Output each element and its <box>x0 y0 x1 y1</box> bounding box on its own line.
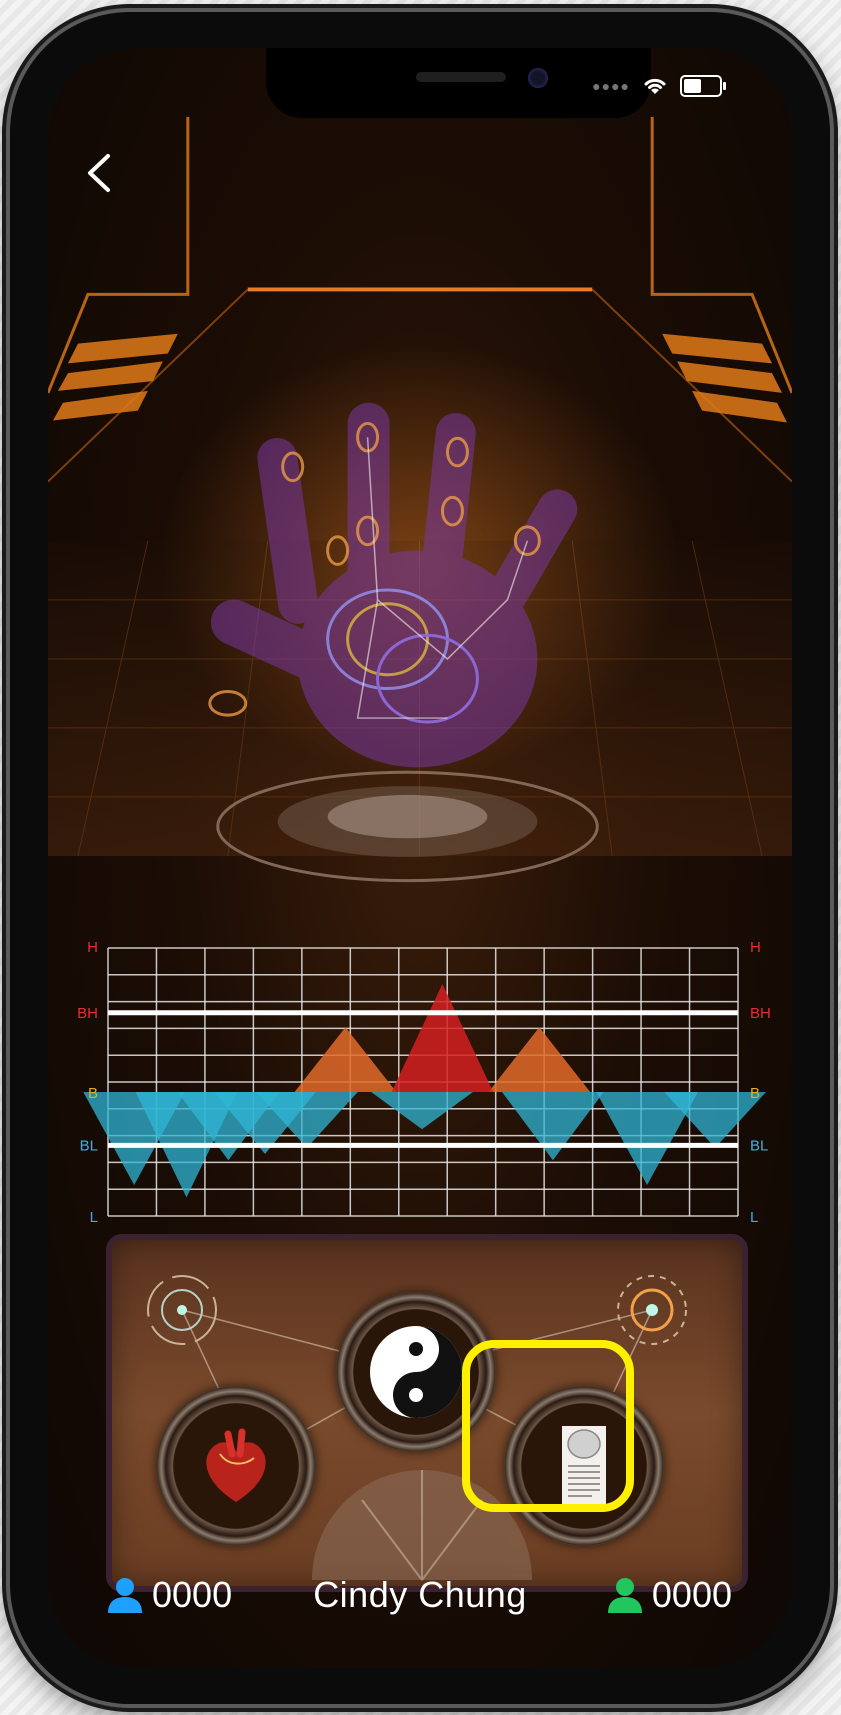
back-button[interactable] <box>78 148 122 198</box>
user-icon <box>108 1578 142 1613</box>
report-node[interactable] <box>504 1386 664 1546</box>
ytick-label-right: BL <box>750 1137 768 1154</box>
status-bar: ●●●● <box>592 74 726 98</box>
heart-node[interactable] <box>156 1386 316 1546</box>
right-count: 0000 <box>651 1574 732 1615</box>
chart-svg: H H BH BH B B BL BL L L <box>77 939 771 1226</box>
ytick-label-right: BH <box>750 1005 771 1022</box>
right-user-counter[interactable]: 0000 <box>607 1574 732 1616</box>
app-screen: ●●●● H H BH BH B B BL BL L L 0000 Cindy … <box>48 48 792 1668</box>
ytick-label-left: H <box>87 939 98 956</box>
chart-mark-1-1 <box>488 1027 591 1092</box>
ytick-label-right: H <box>750 939 761 956</box>
radar-fan-icon <box>312 1470 532 1581</box>
bio-chart: H H BH BH B B BL BL L L <box>48 918 792 1248</box>
chart-mark-1-0 <box>294 1027 397 1092</box>
chart-mark-2-0 <box>391 984 494 1092</box>
front-camera <box>528 68 548 88</box>
chart-mark-0-5 <box>371 1092 473 1130</box>
right-sensor-icon <box>617 1275 687 1345</box>
report-icon <box>562 1426 606 1506</box>
yin-yang-node[interactable] <box>336 1292 496 1452</box>
left-user-counter[interactable]: 0000 <box>108 1574 232 1616</box>
footer-bar: 0000 Cindy Chung 0000 <box>48 1567 792 1623</box>
yin-yang-icon <box>370 1326 462 1418</box>
ytick-label-left: BL <box>80 1137 98 1154</box>
left-sensor-icon <box>147 1275 217 1345</box>
speaker <box>416 72 506 82</box>
ytick-label-right: L <box>750 1209 758 1226</box>
wifi-icon <box>644 78 666 94</box>
node-panel <box>106 1234 748 1592</box>
user-name: Cindy Chung <box>313 1574 527 1615</box>
chevron-left-icon <box>88 154 110 192</box>
ytick-label-right: B <box>750 1085 760 1102</box>
ytick-label-left: L <box>90 1209 98 1226</box>
chart-mark-0-6 <box>501 1092 604 1161</box>
ytick-label-left: BH <box>77 1005 98 1022</box>
user-icon <box>607 1578 642 1613</box>
battery-icon <box>680 75 726 97</box>
signal-icon: ●●●● <box>592 78 630 94</box>
left-count: 0000 <box>152 1574 233 1615</box>
ytick-label-left: B <box>88 1085 98 1102</box>
heart-icon <box>206 1428 266 1502</box>
phone-frame: ●●●● H H BH BH B B BL BL L L 0000 Cindy … <box>10 12 830 1704</box>
